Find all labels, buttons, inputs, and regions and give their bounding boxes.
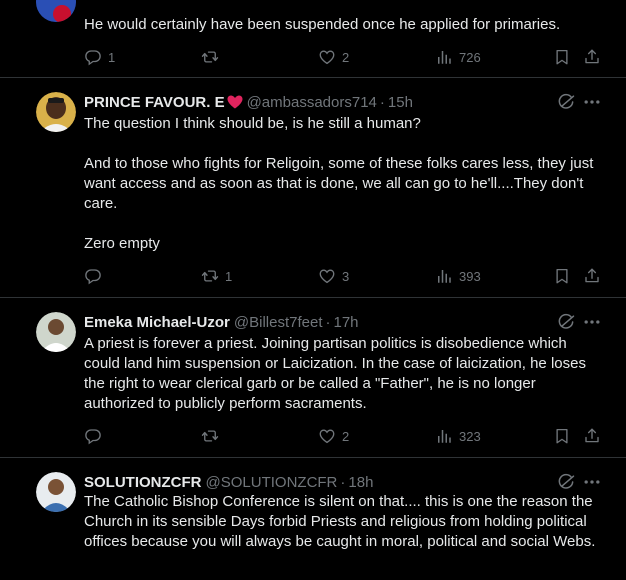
action-bar: 2 323 xyxy=(84,426,606,446)
tweet-1[interactable]: PRINCE FAVOUR. E @ambassadors714 · 15h T… xyxy=(0,78,626,298)
action-bar: 1 3 393 xyxy=(84,266,606,286)
views-count: 323 xyxy=(459,428,481,444)
avatar-image xyxy=(36,0,76,22)
separator-dot: · xyxy=(340,473,346,491)
tweet-text: The question I think should be, is he st… xyxy=(84,114,604,254)
like-count: 2 xyxy=(342,428,350,444)
grok-icon[interactable] xyxy=(556,92,576,112)
like-count: 2 xyxy=(342,49,350,65)
share-button[interactable] xyxy=(583,47,601,67)
reply-icon xyxy=(84,427,102,445)
bookmark-icon xyxy=(553,267,571,285)
avatar[interactable] xyxy=(36,0,76,22)
avatar-image xyxy=(36,312,76,352)
share-button[interactable] xyxy=(583,426,601,446)
repost-button[interactable] xyxy=(201,47,225,67)
views-icon xyxy=(435,48,453,66)
reply-button[interactable]: 1 xyxy=(84,47,115,67)
tweet-header: PRINCE FAVOUR. E @ambassadors714 · 15h xyxy=(84,92,413,112)
tweet-3[interactable]: SOLUTIONZCFR @SOLUTIONZCFR · 18h The Cat… xyxy=(0,458,626,580)
display-name[interactable]: Emeka Michael-Uzor xyxy=(84,314,230,331)
like-button[interactable]: 2 xyxy=(318,47,349,67)
reply-button[interactable] xyxy=(84,266,108,286)
views-count: 726 xyxy=(459,49,481,65)
tweet-text: A priest is forever a priest. Joining pa… xyxy=(84,334,604,414)
repost-icon xyxy=(201,427,219,445)
views-button[interactable]: 726 xyxy=(435,47,481,67)
views-icon xyxy=(435,267,453,285)
reply-button[interactable] xyxy=(84,426,108,446)
share-button[interactable] xyxy=(583,266,601,286)
bookmark-button[interactable] xyxy=(553,426,571,446)
views-count: 393 xyxy=(459,268,481,284)
tweet-paragraph: And to those who fights for Religoin, so… xyxy=(84,155,594,212)
tweet-2[interactable]: Emeka Michael-Uzor @Billest7feet · 17h A… xyxy=(0,298,626,458)
user-handle[interactable]: @ambassadors714 xyxy=(247,94,377,111)
separator-dot: · xyxy=(325,313,331,331)
share-icon xyxy=(583,267,601,285)
share-icon xyxy=(583,427,601,445)
tweet-header: SOLUTIONZCFR @SOLUTIONZCFR · 18h xyxy=(84,472,373,492)
avatar-image xyxy=(36,92,76,132)
tweet-text: He would certainly have been suspended o… xyxy=(84,15,604,35)
like-icon xyxy=(318,48,336,66)
share-icon xyxy=(583,48,601,66)
display-name[interactable]: PRINCE FAVOUR. E xyxy=(84,94,225,111)
like-button[interactable]: 3 xyxy=(318,266,349,286)
like-count: 3 xyxy=(342,268,350,284)
tweet-paragraph: He would certainly have been suspended o… xyxy=(84,16,561,33)
avatar[interactable] xyxy=(36,472,76,512)
reply-icon xyxy=(84,267,102,285)
repost-count: 1 xyxy=(225,268,233,284)
user-handle[interactable]: @Billest7feet xyxy=(234,314,323,331)
tweet-header: Emeka Michael-Uzor @Billest7feet · 17h xyxy=(84,312,359,332)
grok-icon[interactable] xyxy=(556,472,576,492)
avatar[interactable] xyxy=(36,312,76,352)
more-icon[interactable] xyxy=(582,472,602,492)
bookmark-icon xyxy=(553,48,571,66)
avatar-image xyxy=(36,472,76,512)
action-bar: 1 2 726 xyxy=(84,47,606,67)
timestamp[interactable]: 17h xyxy=(334,314,359,331)
views-button[interactable]: 393 xyxy=(435,266,481,286)
reply-count: 1 xyxy=(108,49,116,65)
bookmark-button[interactable] xyxy=(553,47,571,67)
display-name[interactable]: SOLUTIONZCFR xyxy=(84,474,202,491)
like-icon xyxy=(318,427,336,445)
separator-dot: · xyxy=(379,93,385,111)
repost-button[interactable] xyxy=(201,426,225,446)
tweet-paragraph: The Catholic Bishop Conference is silent… xyxy=(84,493,596,550)
views-icon xyxy=(435,427,453,445)
more-icon[interactable] xyxy=(582,312,602,332)
bookmark-icon xyxy=(553,427,571,445)
red-heart-icon xyxy=(227,95,243,109)
views-button[interactable]: 323 xyxy=(435,426,481,446)
like-button[interactable]: 2 xyxy=(318,426,349,446)
tweet-paragraph: A priest is forever a priest. Joining pa… xyxy=(84,335,586,412)
tweet-0[interactable]: He would certainly have been suspended o… xyxy=(0,0,626,78)
repost-icon xyxy=(201,48,219,66)
reply-icon xyxy=(84,48,102,66)
tweet-text: The Catholic Bishop Conference is silent… xyxy=(84,492,604,552)
more-icon[interactable] xyxy=(582,92,602,112)
avatar[interactable] xyxy=(36,92,76,132)
bookmark-button[interactable] xyxy=(553,266,571,286)
grok-icon[interactable] xyxy=(556,312,576,332)
timestamp[interactable]: 15h xyxy=(388,94,413,111)
like-icon xyxy=(318,267,336,285)
timestamp[interactable]: 18h xyxy=(348,474,373,491)
repost-icon xyxy=(201,267,219,285)
tweet-paragraph: Zero empty xyxy=(84,235,160,252)
repost-button[interactable]: 1 xyxy=(201,266,232,286)
user-handle[interactable]: @SOLUTIONZCFR xyxy=(206,474,338,491)
tweet-paragraph: The question I think should be, is he st… xyxy=(84,115,421,132)
